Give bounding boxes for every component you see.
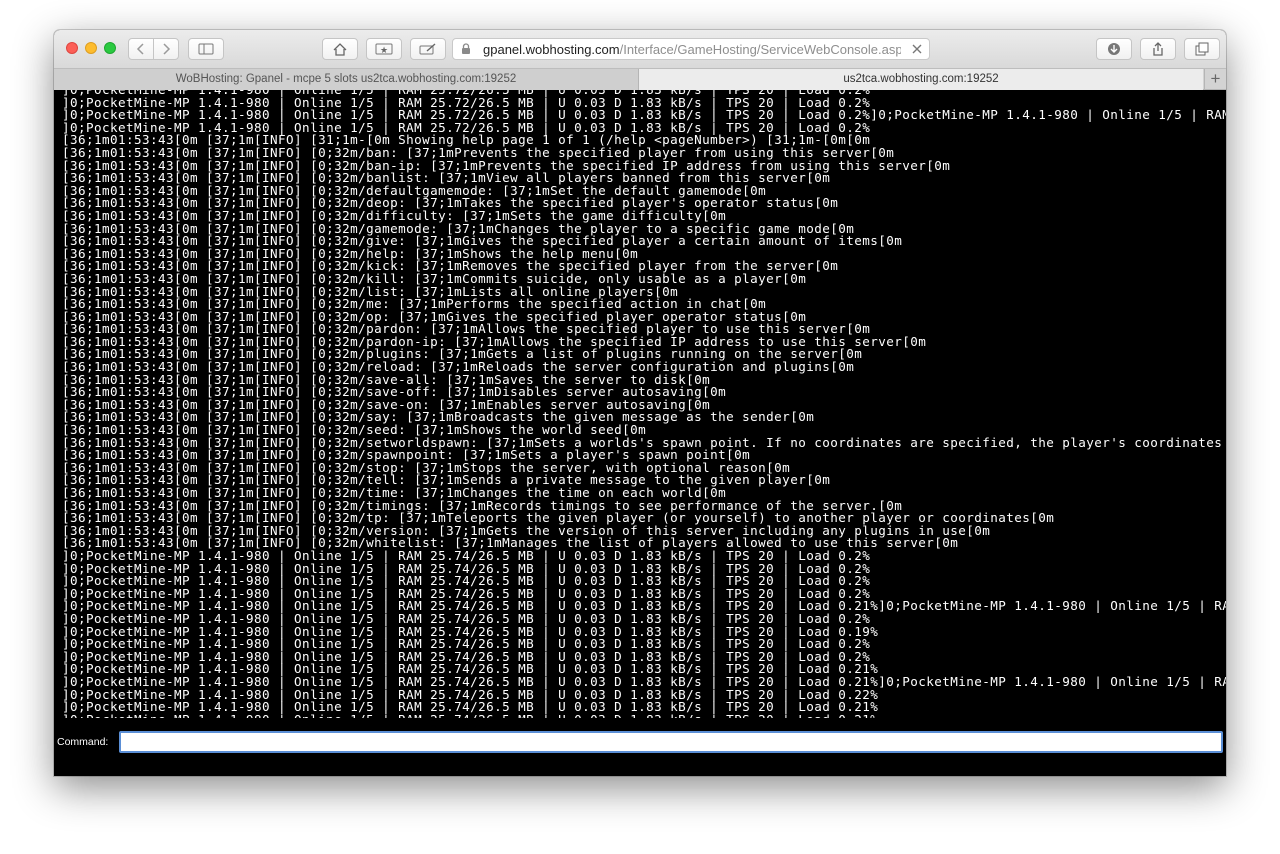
browser-toolbar: ★ gpanel.wobhosting.com/Interface/GameHo… [54,30,1226,68]
address-url: gpanel.wobhosting.com/Interface/GameHost… [483,42,901,57]
download-button[interactable] [1096,38,1132,60]
tabs-overview-button[interactable] [1184,38,1220,60]
edit-button[interactable] [410,38,446,60]
clear-icon[interactable] [911,43,923,55]
sidebar-button[interactable] [188,38,224,60]
edit-icon [419,43,436,55]
url-path: /Interface/GameHosting/ServiceWebConsole… [619,42,901,57]
minimize-window-button[interactable] [85,42,97,54]
new-tab-button[interactable]: + [1204,69,1226,90]
console-output[interactable]: ]0;PocketMine-MP 1.4.1-980 | Online 1/5 … [54,90,1226,718]
download-icon [1108,43,1120,55]
sidebar-icon [198,43,214,55]
browser-window: ★ gpanel.wobhosting.com/Interface/GameHo… [54,30,1226,776]
address-bar[interactable]: gpanel.wobhosting.com/Interface/GameHost… [452,38,930,60]
share-icon [1153,42,1163,56]
url-host: gpanel.wobhosting.com [483,42,620,57]
svg-text:★: ★ [380,46,388,55]
maximize-window-button[interactable] [104,42,116,54]
back-icon [136,43,144,55]
command-label: Command: [57,736,109,748]
home-button[interactable] [322,38,358,60]
tab-bar: WoBHosting: Gpanel - mcpe 5 slots us2tca… [54,68,1226,90]
console-lines: ]0;PocketMine-MP 1.4.1-980 | Online 1/5 … [62,90,1226,718]
share-button[interactable] [1140,38,1176,60]
command-bar: Command: [54,718,1226,776]
home-icon [333,42,347,56]
command-input[interactable] [119,731,1223,753]
forward-button[interactable] [153,38,179,60]
bookmarks-icon: ★ [375,43,393,55]
tabs-icon [1195,42,1209,56]
lock-icon [462,43,470,54]
close-window-button[interactable] [66,42,78,54]
forward-icon [163,43,171,55]
bookmarks-button[interactable]: ★ [366,38,402,60]
tab-gpanel[interactable]: WoBHosting: Gpanel - mcpe 5 slots us2tca… [54,69,639,90]
back-button[interactable] [128,38,154,60]
tab-console[interactable]: us2tca.wobhosting.com:19252 [639,69,1203,90]
